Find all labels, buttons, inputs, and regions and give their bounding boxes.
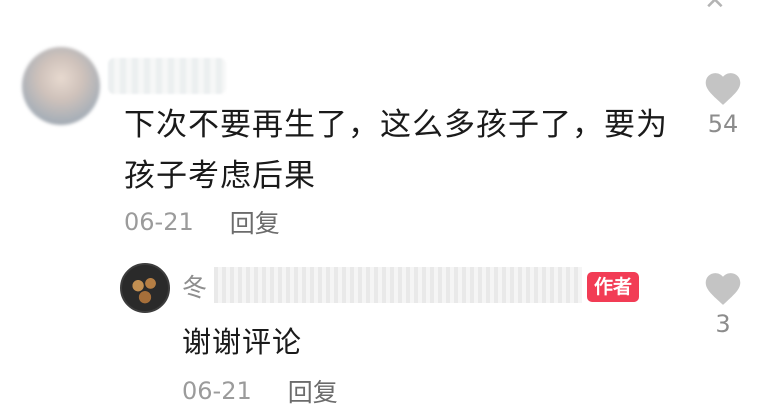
author-name[interactable]: 冬	[182, 268, 207, 304]
like-count: 54	[707, 110, 739, 138]
reply-text: 谢谢评论	[182, 325, 303, 359]
username-blurred[interactable]	[108, 58, 226, 94]
like-count: 3	[715, 310, 731, 338]
comment-meta: 06-21 回复	[124, 204, 280, 240]
heart-icon	[705, 273, 741, 305]
like-button[interactable]: 3	[693, 268, 753, 338]
username-blurred	[214, 267, 582, 303]
avatar[interactable]	[120, 263, 170, 313]
reply-button[interactable]: 回复	[288, 373, 338, 409]
author-badge: 作者	[587, 272, 640, 302]
reply-button[interactable]: 回复	[230, 204, 280, 240]
close-icon[interactable]: ✕	[704, 0, 726, 16]
reply-meta: 06-21 回复	[182, 373, 338, 409]
like-button[interactable]: 54	[693, 68, 753, 138]
avatar[interactable]	[22, 47, 100, 125]
reply-date: 06-21	[182, 377, 252, 405]
heart-icon	[705, 73, 741, 105]
comment-date: 06-21	[124, 208, 194, 236]
comment-text: 下次不要再生了，这么多孩子了，要为孩子考虑后果	[124, 107, 668, 194]
